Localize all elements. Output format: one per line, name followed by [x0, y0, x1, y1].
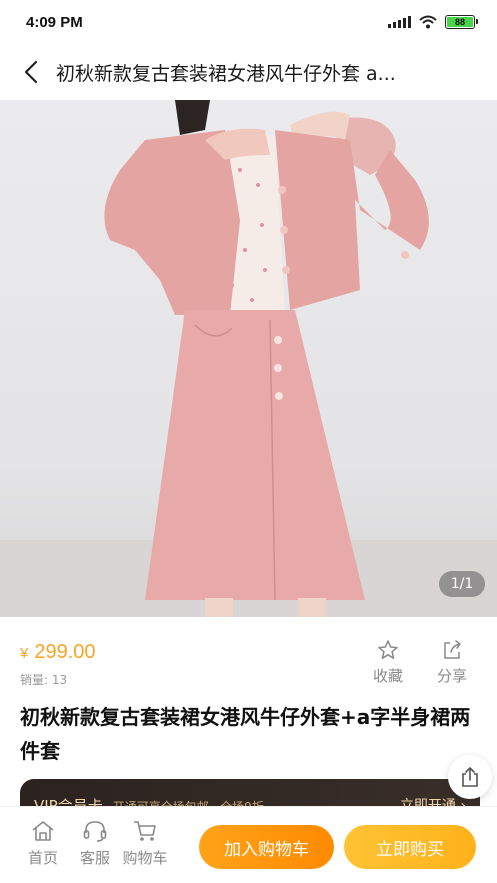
nav-bar: 初秋新款复古套装裙女港风牛仔外套 a...: [0, 44, 497, 100]
price-section: ¥299.00 销量: 13 收藏 分享: [0, 617, 497, 689]
price-currency: ¥: [20, 645, 29, 662]
tab-cart[interactable]: 购物车: [120, 819, 170, 868]
back-arrow-icon: [24, 60, 38, 84]
tab-home-label: 首页: [27, 849, 58, 867]
battery-icon: 88: [445, 15, 478, 29]
add-to-cart-button[interactable]: 加入购物车: [199, 825, 334, 869]
image-counter: 1/1: [439, 571, 485, 597]
sales-count: 销量: 13: [20, 671, 67, 688]
sales-value: 13: [51, 673, 68, 687]
tab-service[interactable]: 客服: [70, 819, 120, 868]
back-button[interactable]: [16, 57, 46, 87]
status-icons: 88: [388, 15, 478, 29]
headset-icon: [83, 821, 107, 842]
home-icon: [32, 821, 54, 841]
signal-icon: [388, 16, 411, 28]
favorite-button[interactable]: 收藏: [368, 639, 408, 686]
wifi-icon: [419, 15, 437, 29]
battery-level: 88: [454, 17, 465, 27]
status-bar: 4:09 PM 88: [0, 0, 497, 44]
share-upload-icon: [462, 767, 478, 787]
product-image[interactable]: 1/1: [0, 100, 497, 617]
tab-service-label: 客服: [79, 849, 110, 867]
share-label: 分享: [436, 667, 467, 685]
page-title: 初秋新款复古套装裙女港风牛仔外套 a...: [56, 62, 396, 85]
floating-share-button[interactable]: [448, 755, 492, 799]
tab-home[interactable]: 首页: [18, 819, 68, 868]
status-time: 4:09 PM: [26, 13, 83, 31]
buy-now-button[interactable]: 立即购买: [344, 825, 476, 869]
product-title: 初秋新款复古套装裙女港风牛仔外套+a字半身裙两件套: [20, 705, 471, 763]
tab-cart-label: 购物车: [122, 849, 168, 867]
bottom-bar: 首页 客服 购物车 加入购物车 立即购买: [0, 806, 497, 883]
share-button[interactable]: 分享: [432, 639, 472, 686]
sales-label: 销量:: [20, 673, 49, 687]
price-value: 299.00: [34, 641, 96, 663]
product-photo: [0, 100, 497, 617]
share-icon: [444, 640, 461, 659]
cart-icon: [134, 821, 156, 841]
price: ¥299.00: [20, 641, 96, 664]
favorite-label: 收藏: [372, 667, 403, 685]
star-icon: [378, 640, 398, 659]
